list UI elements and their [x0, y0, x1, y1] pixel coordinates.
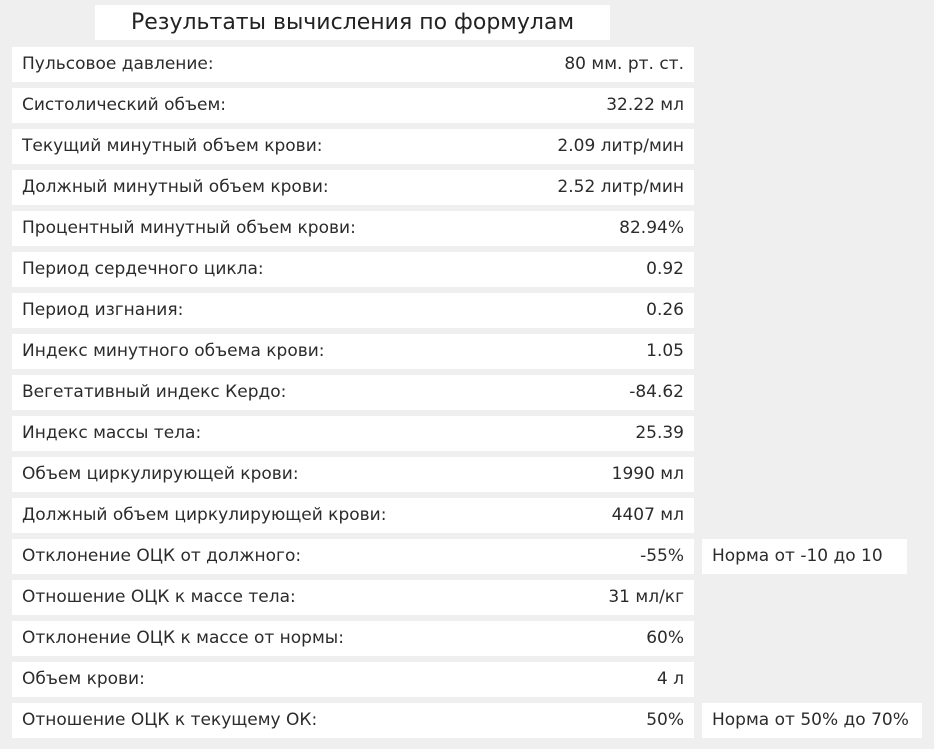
- result-cell: Объем циркулирующей крови: 1990 мл: [12, 457, 694, 492]
- result-row-ock-to-current: Отношение ОЦК к текущему ОК: 50% Норма о…: [12, 703, 934, 744]
- result-row-kerdo-index: Вегетативный индекс Кердо: -84.62: [12, 375, 934, 416]
- result-label: Период сердечного цикла:: [22, 259, 264, 279]
- result-label: Отношение ОЦК к массе тела:: [22, 587, 296, 607]
- result-cell: Отношение ОЦК к текущему ОК: 50%: [12, 703, 694, 738]
- result-cell: Индекс массы тела: 25.39: [12, 416, 694, 451]
- result-cell: Должный объем циркулирующей крови: 4407 …: [12, 498, 694, 533]
- result-row-blood-volume: Объем крови: 4 л: [12, 662, 934, 703]
- result-label: Индекс массы тела:: [22, 423, 202, 443]
- result-label: Процентный минутный объем крови:: [22, 218, 356, 238]
- result-cell: Период изгнания: 0.26: [12, 293, 694, 328]
- result-value: 82.94%: [619, 218, 684, 238]
- result-value: 4 л: [656, 669, 684, 689]
- result-label: Систолический объем:: [22, 95, 227, 115]
- result-row-ock-mass-deviation: Отклонение ОЦК к массе от нормы: 60%: [12, 621, 934, 662]
- page-title: Результаты вычисления по формулам: [95, 5, 610, 40]
- result-cell: Вегетативный индекс Кердо: -84.62: [12, 375, 694, 410]
- result-row-ejection-period: Период изгнания: 0.26: [12, 293, 934, 334]
- result-row-due-circulating-volume: Должный объем циркулирующей крови: 4407 …: [12, 498, 934, 539]
- result-value: 2.52 литр/мин: [557, 177, 684, 197]
- result-cell: Индекс минутного объема крови: 1.05: [12, 334, 694, 369]
- results-list: Пульсовое давление: 80 мм. рт. ст. Систо…: [12, 47, 934, 744]
- norm-note: Норма от -10 до 10: [702, 539, 907, 574]
- result-row-percent-minute-volume: Процентный минутный объем крови: 82.94%: [12, 211, 934, 252]
- result-row-circulating-volume: Объем циркулирующей крови: 1990 мл: [12, 457, 934, 498]
- result-row-ock-deviation: Отклонение ОЦК от должного: -55% Норма о…: [12, 539, 934, 580]
- result-label: Индекс минутного объема крови:: [22, 341, 325, 361]
- result-label: Объем циркулирующей крови:: [22, 464, 299, 484]
- result-label: Текущий минутный объем крови:: [22, 136, 323, 156]
- result-label: Отклонение ОЦК от должного:: [22, 546, 302, 566]
- result-row-ock-per-mass: Отношение ОЦК к массе тела: 31 мл/кг: [12, 580, 934, 621]
- result-row-cardiac-cycle: Период сердечного цикла: 0.92: [12, 252, 934, 293]
- result-value: 1.05: [646, 341, 684, 361]
- result-value: 2.09 литр/мин: [557, 136, 684, 156]
- result-cell: Пульсовое давление: 80 мм. рт. ст.: [12, 47, 694, 82]
- result-value: 0.26: [646, 300, 684, 320]
- result-label: Период изгнания:: [22, 300, 184, 320]
- result-label: Отношение ОЦК к текущему ОК:: [22, 710, 318, 730]
- result-value: -84.62: [629, 382, 684, 402]
- result-row-current-minute-volume: Текущий минутный объем крови: 2.09 литр/…: [12, 129, 934, 170]
- result-row-due-minute-volume: Должный минутный объем крови: 2.52 литр/…: [12, 170, 934, 211]
- result-cell: Процентный минутный объем крови: 82.94%: [12, 211, 694, 246]
- result-cell: Отношение ОЦК к массе тела: 31 мл/кг: [12, 580, 694, 615]
- result-cell: Систолический объем: 32.22 мл: [12, 88, 694, 123]
- result-value: -55%: [640, 546, 684, 566]
- result-row-stroke-volume: Систолический объем: 32.22 мл: [12, 88, 934, 129]
- result-value: 60%: [646, 628, 684, 648]
- result-label: Отклонение ОЦК к массе от нормы:: [22, 628, 344, 648]
- result-cell: Отклонение ОЦК от должного: -55%: [12, 539, 694, 574]
- result-value: 31 мл/кг: [608, 587, 684, 607]
- result-cell: Объем крови: 4 л: [12, 662, 694, 697]
- result-row-bmi: Индекс массы тела: 25.39: [12, 416, 934, 457]
- result-cell: Должный минутный объем крови: 2.52 литр/…: [12, 170, 694, 205]
- result-cell: Отклонение ОЦК к массе от нормы: 60%: [12, 621, 694, 656]
- result-row-pulse-pressure: Пульсовое давление: 80 мм. рт. ст.: [12, 47, 934, 88]
- result-label: Вегетативный индекс Кердо:: [22, 382, 287, 402]
- result-label: Должный минутный объем крови:: [22, 177, 329, 197]
- result-value: 80 мм. рт. ст.: [564, 54, 684, 74]
- result-label: Пульсовое давление:: [22, 54, 214, 74]
- norm-note: Норма от 50% до 70%: [702, 703, 922, 738]
- result-cell: Период сердечного цикла: 0.92: [12, 252, 694, 287]
- result-row-minute-volume-index: Индекс минутного объема крови: 1.05: [12, 334, 934, 375]
- page: { "title": "Результаты вычисления по фор…: [0, 0, 934, 749]
- result-value: 32.22 мл: [606, 95, 684, 115]
- result-value: 50%: [646, 710, 684, 730]
- result-label: Объем крови:: [22, 669, 145, 689]
- result-cell: Текущий минутный объем крови: 2.09 литр/…: [12, 129, 694, 164]
- result-value: 4407 мл: [611, 505, 684, 525]
- result-value: 1990 мл: [611, 464, 684, 484]
- result-value: 0.92: [646, 259, 684, 279]
- result-value: 25.39: [635, 423, 684, 443]
- result-label: Должный объем циркулирующей крови:: [22, 505, 387, 525]
